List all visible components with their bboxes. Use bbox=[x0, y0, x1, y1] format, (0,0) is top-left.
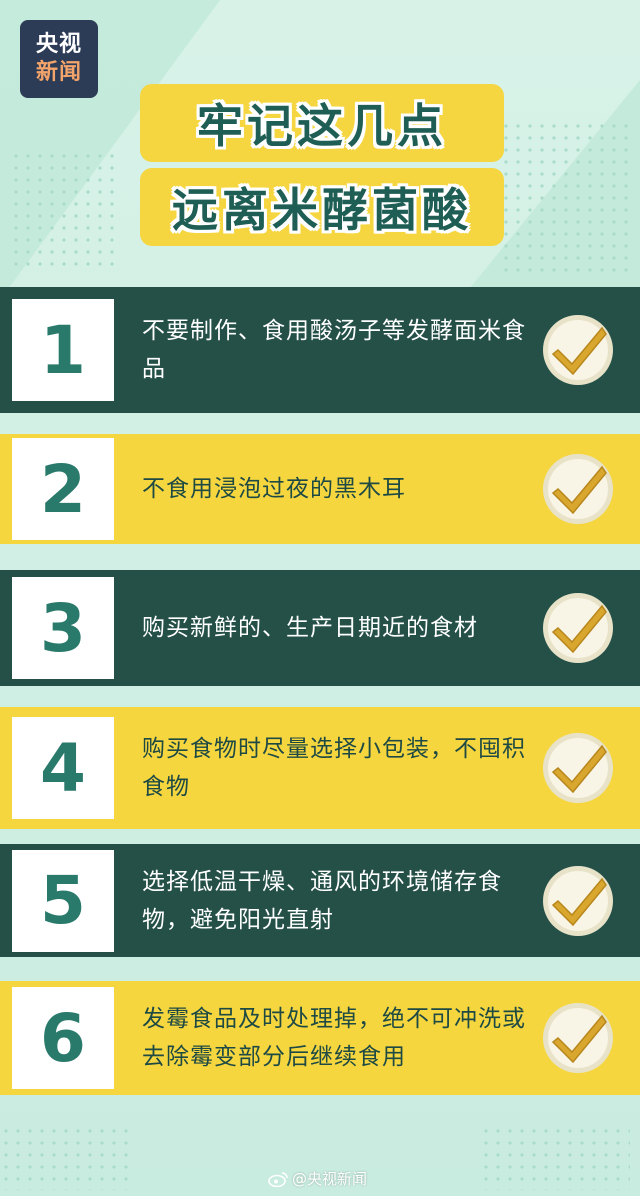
tip-number: 4 bbox=[12, 717, 114, 819]
tip-number: 2 bbox=[12, 438, 114, 540]
tip-row-6: 6 发霉食品及时处理掉，绝不可冲洗或去除霉变部分后继续食用 bbox=[0, 981, 640, 1095]
checkmark-icon bbox=[543, 315, 613, 385]
tip-row-3: 3 购买新鲜的、生产日期近的食材 bbox=[0, 570, 640, 686]
checkmark-icon bbox=[543, 593, 613, 663]
title-line2-box: 远离米酵菌酸 bbox=[140, 168, 504, 246]
checkmark-icon bbox=[543, 1003, 613, 1073]
tip-row-1: 1 不要制作、食用酸汤子等发酵面米食品 bbox=[0, 287, 640, 413]
tip-text: 不要制作、食用酸汤子等发酵面米食品 bbox=[142, 318, 526, 382]
title-line1: 牢记这几点 bbox=[197, 99, 447, 153]
dot-pattern-bottom-right bbox=[480, 1125, 630, 1190]
watermark-text: @央视新闻 bbox=[292, 1170, 368, 1188]
tip-row-4: 4 购买食物时尽量选择小包装，不囤积食物 bbox=[0, 707, 640, 829]
tip-text: 购买食物时尽量选择小包装，不囤积食物 bbox=[142, 736, 526, 800]
tip-row-2: 2 不食用浸泡过夜的黑木耳 bbox=[0, 434, 640, 544]
weibo-icon bbox=[268, 1171, 288, 1187]
watermark: @央视新闻 bbox=[268, 1168, 367, 1189]
dot-pattern-top-left bbox=[10, 150, 120, 270]
checkmark-icon bbox=[543, 733, 613, 803]
tip-number: 5 bbox=[12, 849, 114, 952]
tip-number: 1 bbox=[12, 299, 114, 401]
dot-pattern-top-right bbox=[500, 120, 630, 280]
cctv-news-logo: 央视 新闻 bbox=[20, 20, 98, 98]
tip-row-5: 5 选择低温干燥、通风的环境储存食物，避免阳光直射 bbox=[0, 844, 640, 957]
dot-pattern-bottom-left bbox=[0, 1125, 130, 1190]
tip-text: 发霉食品及时处理掉，绝不可冲洗或去除霉变部分后继续食用 bbox=[142, 1006, 526, 1070]
tip-number: 3 bbox=[12, 577, 114, 679]
tip-text: 不食用浸泡过夜的黑木耳 bbox=[142, 476, 406, 502]
title-line1-box: 牢记这几点 bbox=[140, 84, 504, 162]
logo-line2: 新闻 bbox=[35, 60, 82, 85]
tip-text: 购买新鲜的、生产日期近的食材 bbox=[142, 615, 478, 641]
title-line2: 远离米酵菌酸 bbox=[172, 183, 472, 237]
checkmark-icon bbox=[543, 454, 613, 524]
tip-text: 选择低温干燥、通风的环境储存食物，避免阳光直射 bbox=[142, 868, 502, 933]
logo-line1: 央视 bbox=[35, 32, 82, 57]
checkmark-icon bbox=[543, 865, 613, 936]
tip-number: 6 bbox=[12, 987, 114, 1089]
